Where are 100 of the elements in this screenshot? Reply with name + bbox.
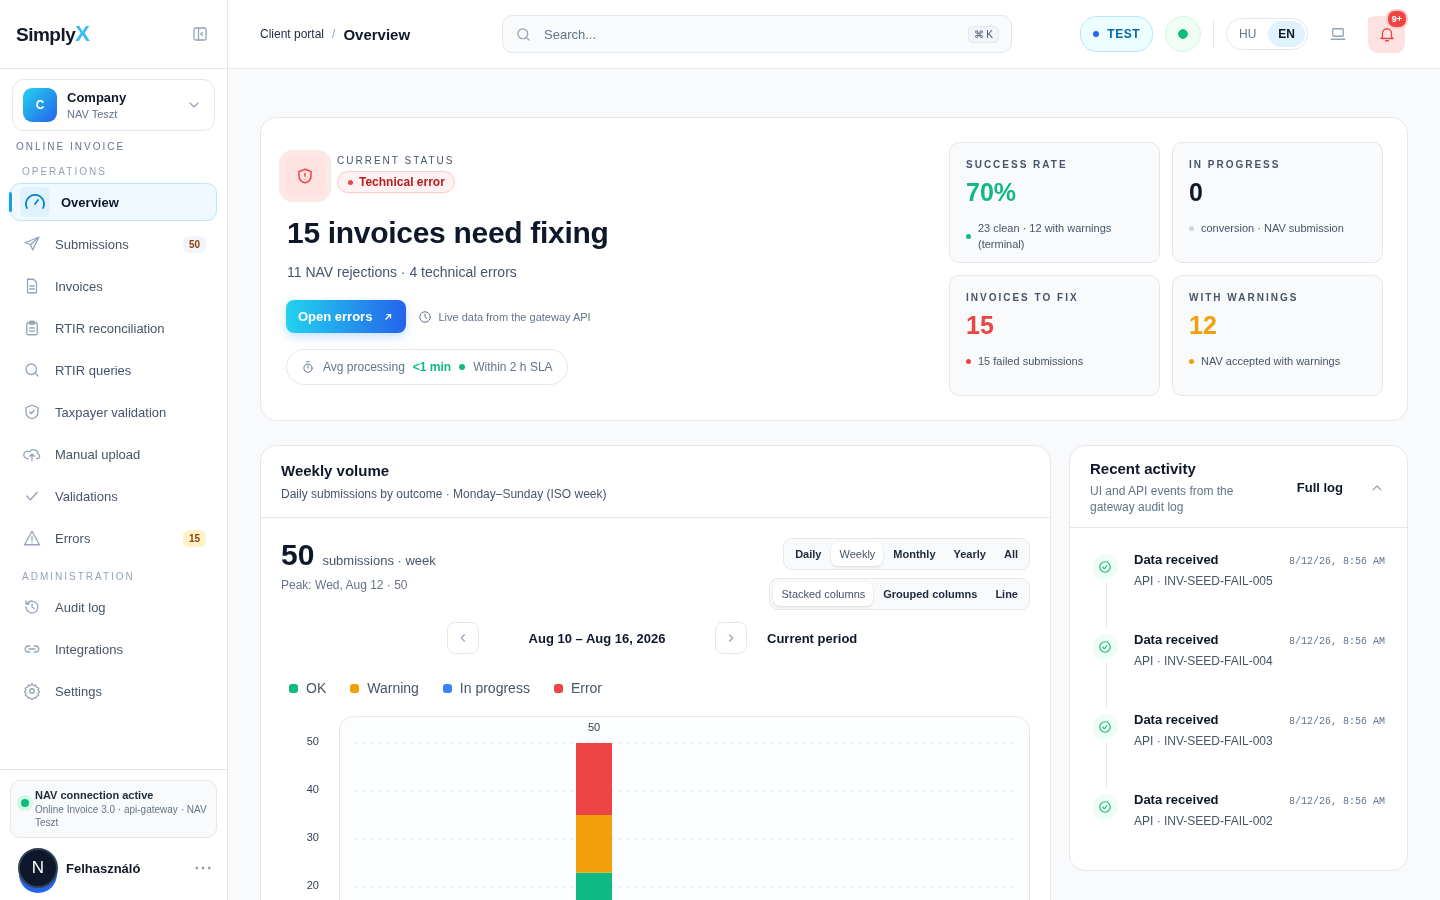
group-title: ADMINISTRATION <box>21 570 136 584</box>
range-tab[interactable]: Yearly <box>945 542 994 566</box>
event-title: Data received <box>1134 712 1219 727</box>
event-detail: API · INV-SEED-FAIL-005 <box>1134 574 1274 588</box>
peak-note: Peak: Wed, Aug 12 · 50 <box>281 578 409 592</box>
processing-label: Avg processing <box>323 360 405 374</box>
clock-icon <box>418 309 433 324</box>
event-time: 8/12/26, 8:56 AM <box>1289 796 1385 807</box>
chart-mode-tab[interactable]: Stacked columns <box>773 582 874 606</box>
company-switcher[interactable]: C Company NAV Teszt <box>12 79 215 131</box>
event-time: 8/12/26, 8:56 AM <box>1289 716 1385 727</box>
total-unit: submissions · week <box>322 553 436 568</box>
stat-value: 70% <box>966 178 1018 208</box>
breadcrumb-link[interactable]: Client portal <box>260 27 325 41</box>
event-time: 8/12/26, 8:56 AM <box>1289 636 1385 647</box>
axis-label: 20 <box>306 879 319 891</box>
nav-item[interactable]: Overview <box>10 183 217 221</box>
notifications-button[interactable]: 9+ <box>1368 8 1408 53</box>
status-dot <box>459 364 466 370</box>
shortcut-hint: ⌘ K <box>967 25 999 43</box>
logo: SimplyX <box>16 21 90 47</box>
check-circle-icon <box>1098 640 1112 654</box>
full-log-link[interactable]: Full log <box>1296 480 1343 495</box>
sla-label: Within 2 h SLA <box>473 360 553 374</box>
status-pill: Technical error <box>337 171 455 193</box>
event-title: Data received <box>1134 792 1219 807</box>
axis-label: 50 <box>306 735 319 747</box>
breadcrumb-separator: / <box>332 27 336 41</box>
nav-item[interactable]: Errors 15 <box>10 519 217 557</box>
range-tab[interactable]: Weekly <box>831 542 884 566</box>
chart-mode-tab[interactable]: Grouped columns <box>875 582 986 606</box>
language-toggle[interactable]: EN <box>1268 21 1305 47</box>
company-name: Company <box>67 90 128 105</box>
nav-item[interactable]: Taxpayer validation <box>10 393 217 431</box>
history-icon <box>23 598 41 616</box>
nav-item[interactable]: Validations <box>10 477 217 515</box>
stat-value: 12 <box>1189 311 1218 341</box>
company-subtitle: NAV Teszt <box>67 108 119 120</box>
legend-label: OK <box>306 680 327 696</box>
search-icon <box>23 361 41 379</box>
card-subtitle: Daily submissions by outcome · Monday–Sunday (ISO week) <box>281 487 608 501</box>
stat-note: 23 clean · 12 with warnings (terminal) <box>978 221 1113 252</box>
shield-alert-icon <box>296 167 314 185</box>
range-tab[interactable]: Daily <box>787 542 830 566</box>
shield-check-icon <box>23 403 41 421</box>
stat-label: INVOICES TO FIX <box>966 292 1080 303</box>
stat-value: 0 <box>1189 178 1204 208</box>
live-data-note: Live data from the gateway API <box>438 310 591 323</box>
bar-value-label: 50 <box>587 721 601 733</box>
group-title: OPERATIONS <box>21 165 108 179</box>
event-detail: API · INV-SEED-FAIL-003 <box>1134 734 1274 748</box>
check-circle-icon <box>1098 560 1112 574</box>
check-circle-icon <box>1098 800 1112 814</box>
headline: 15 invoices need fixing <box>287 216 610 250</box>
laptop-icon <box>1329 25 1347 43</box>
range-tab[interactable]: All <box>995 542 1026 566</box>
environment-badge: TEST <box>1080 16 1153 52</box>
nav-item[interactable]: Settings <box>10 672 217 710</box>
search-bar[interactable]: Search... ⌘ K <box>502 15 1012 53</box>
clipboard-icon <box>23 319 41 337</box>
status-indicator <box>1165 16 1201 52</box>
nav-item[interactable]: Invoices <box>10 267 217 305</box>
sidebar-toggle-icon <box>191 25 209 43</box>
stopwatch-icon <box>301 360 315 374</box>
nav-item[interactable]: Submissions 50 <box>10 225 217 263</box>
nav-item[interactable]: Integrations <box>10 630 217 668</box>
stat-label: SUCCESS RATE <box>966 159 1069 170</box>
count-badge: 50 <box>182 235 206 253</box>
nav-item[interactable]: RTIR queries <box>10 351 217 389</box>
stat-value: 15 <box>966 311 995 341</box>
connection-title: NAV connection active <box>35 789 155 801</box>
headline-subtitle: 11 NAV rejections · 4 technical errors <box>287 264 518 280</box>
search-input[interactable]: Search... <box>542 25 958 43</box>
check-circle-icon <box>1098 720 1112 734</box>
bell-icon <box>1377 25 1396 43</box>
stat-label: IN PROGRESS <box>1189 159 1282 170</box>
range-tab[interactable]: Monthly <box>885 542 944 566</box>
legend-label: Warning <box>367 680 419 696</box>
nav-item[interactable]: Audit log <box>10 588 217 626</box>
card-title: Recent activity <box>1090 460 1197 477</box>
more-icon[interactable] <box>195 866 211 870</box>
event-title: Data received <box>1134 632 1219 647</box>
nav-item[interactable]: RTIR reconciliation <box>10 309 217 347</box>
bar-segment <box>576 743 612 815</box>
card-subtitle: UI and API events from the gateway audit log <box>1090 483 1235 515</box>
stat-note: conversion · NAV submission <box>1201 221 1344 236</box>
language-toggle[interactable]: HU <box>1229 21 1267 47</box>
stat-note: NAV accepted with warnings <box>1201 354 1341 369</box>
eyebrow-label: CURRENT STATUS <box>337 155 455 166</box>
send-icon <box>23 235 41 253</box>
warning-icon <box>23 529 41 547</box>
period-label: Aug 10 – Aug 16, 2026 <box>527 630 667 646</box>
environment-dot <box>1093 31 1100 37</box>
company-avatar: C <box>23 88 57 122</box>
nav-item[interactable]: Manual upload <box>10 435 217 473</box>
chart-mode-tab[interactable]: Line <box>987 582 1026 606</box>
gauge-icon <box>20 187 50 217</box>
current-period-button[interactable]: Current period <box>767 630 858 646</box>
search-icon <box>515 25 532 43</box>
legend-label: Error <box>570 680 603 696</box>
